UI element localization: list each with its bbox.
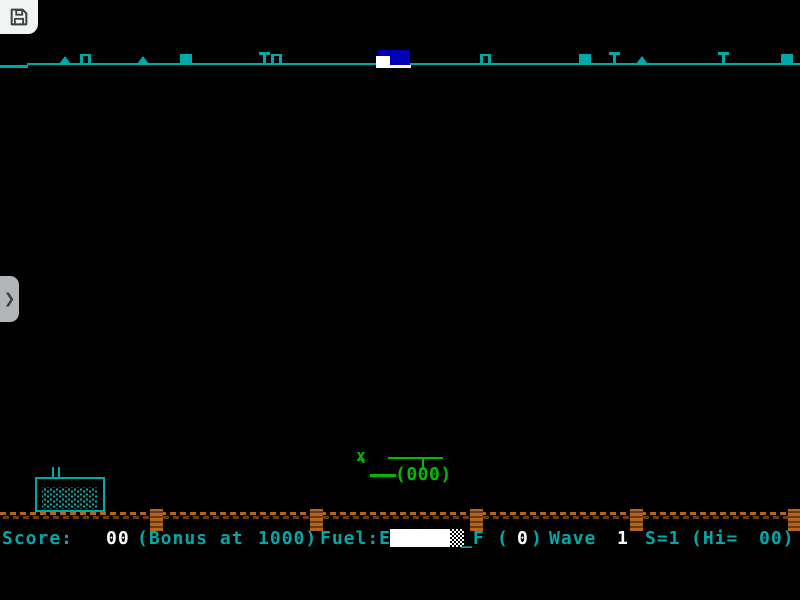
wave-value: 1 [617,529,629,548]
hi-score-value: 00) [759,529,795,548]
radar-marker-tee [718,52,729,65]
radar-marker-square [180,54,192,65]
bonus-label: (Bonus at [137,529,244,548]
sidebar-toggle-button[interactable]: ❯ [0,276,19,322]
fuel-label: Fuel:E [320,529,391,548]
main-rotor [388,457,443,459]
depot-tank [35,477,105,512]
save-button[interactable] [0,0,38,34]
ammo-value: 0 [517,529,529,548]
radar-player-marker [376,56,390,68]
ships-label: S=1 [645,529,681,548]
fuselage-glyphs: (000) [395,464,452,485]
emulator-canvas[interactable]: x ` (000) Score: 00 (Bonus at 1000) Fuel… [0,0,800,600]
floppy-disk-icon [8,6,30,28]
radar-terrain-line [0,65,28,68]
chevron-right-icon: ❯ [4,291,16,307]
fuel-gauge-solid [390,529,450,547]
radar-marker-square [781,54,793,65]
radar-marker-pi [271,54,282,64]
tail-boom [370,474,396,477]
radar-marker-triangle [59,56,71,64]
ammo-paren-close: ) [531,529,543,548]
radar-marker-triangle [636,56,648,64]
depot-fill-pattern [42,487,98,509]
score-value: 00 [106,529,130,548]
hi-score-label: (Hi= [691,529,738,548]
bonus-value: 1000) [258,529,317,548]
score-label: Score: [2,529,73,548]
depot-vent [52,467,54,477]
ammo-paren-open: ( [497,529,509,548]
wave-label: Wave [549,529,596,548]
radar-marker-square [579,54,591,65]
fuel-gauge [390,529,464,547]
tail-hook-glyph: ` [357,458,370,483]
radar-marker-tee [259,52,270,65]
radar-marker-pi [480,54,491,64]
radar-marker-tee [609,52,620,65]
fuel-full-label: _F [461,529,485,548]
ground-line [0,512,800,519]
radar-marker-triangle [137,56,149,64]
status-bar: Score: 00 (Bonus at 1000) Fuel:E _F ( 0 … [0,529,800,549]
radar-viewport-underline [390,65,411,68]
depot-vent [58,467,60,477]
fence-post [630,509,643,531]
radar-marker-pi [80,54,91,64]
